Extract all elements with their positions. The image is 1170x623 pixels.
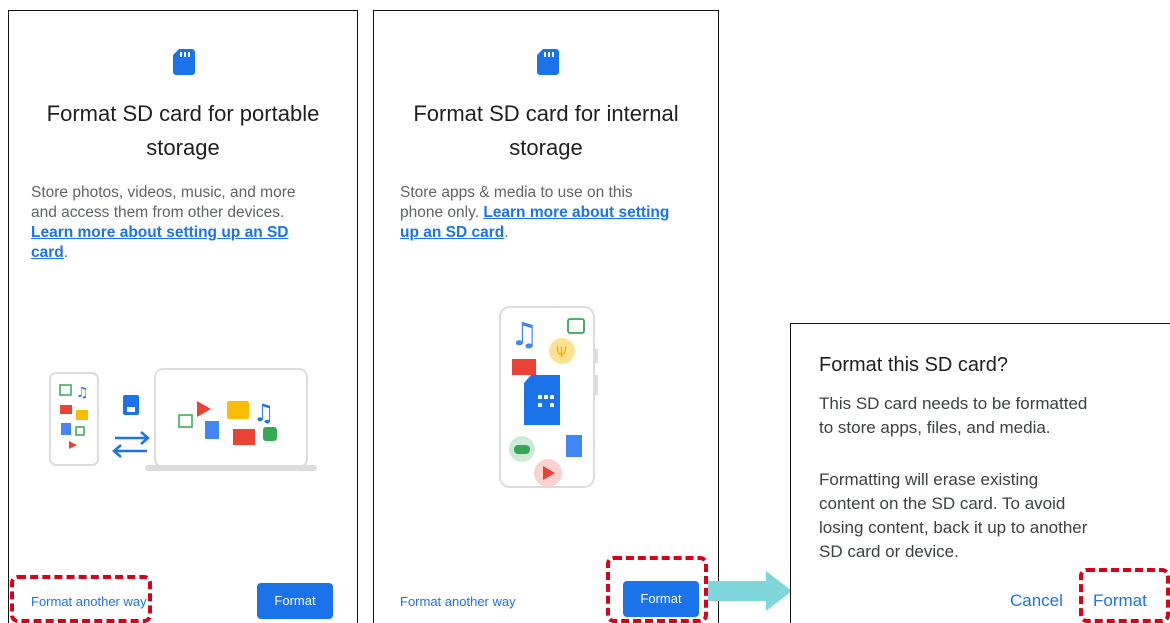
description: Store apps & media to use on this phone … [400, 184, 670, 241]
dialog-message: This SD card needs to be formatted to st… [819, 394, 1088, 437]
svg-text:♫: ♫ [253, 399, 275, 427]
dialog-warning: Formatting will erase existing content o… [819, 470, 1088, 561]
highlight-format-button [606, 556, 708, 623]
video-clip-icon [512, 359, 536, 375]
description: Store photos, videos, music, and more an… [31, 184, 296, 261]
learn-more-link[interactable]: Learn more about setting up an SD [31, 224, 289, 241]
music-note-icon: ♫ [510, 315, 539, 353]
sd-card-icon [537, 49, 559, 75]
learn-more-link-cont[interactable]: up an SD card [400, 224, 504, 241]
page-title: Format SD card for internal storage [413, 101, 679, 160]
sd-card-icon [173, 49, 195, 75]
portable-storage-screen: Format SD card for portable storage Stor… [8, 10, 358, 623]
arrow-icon [708, 571, 792, 611]
highlight-dialog-format [1079, 568, 1170, 623]
format-another-way-button[interactable]: Format another way [400, 594, 516, 609]
highlight-format-another-way [10, 575, 152, 623]
dialog-title: Format this SD card? [819, 354, 1008, 376]
svg-text:♫: ♫ [76, 385, 89, 401]
phone-illustration: ♫ Ψ [499, 306, 598, 488]
transfer-arrows-icon [112, 431, 150, 458]
learn-more-link[interactable]: Learn more about setting [483, 204, 669, 221]
learn-more-link-cont[interactable]: card [31, 244, 64, 261]
format-button[interactable]: Format [257, 583, 333, 619]
transfer-illustration: ♫ ♫ [49, 368, 317, 471]
svg-text:Ψ: Ψ [556, 345, 567, 361]
page-title: Format SD card for portable storage [46, 101, 320, 160]
sd-card-icon [524, 375, 560, 425]
cancel-button[interactable]: Cancel [1010, 591, 1063, 611]
internal-storage-screen: Format SD card for internal storage Stor… [373, 10, 719, 623]
document-icon [566, 435, 582, 457]
